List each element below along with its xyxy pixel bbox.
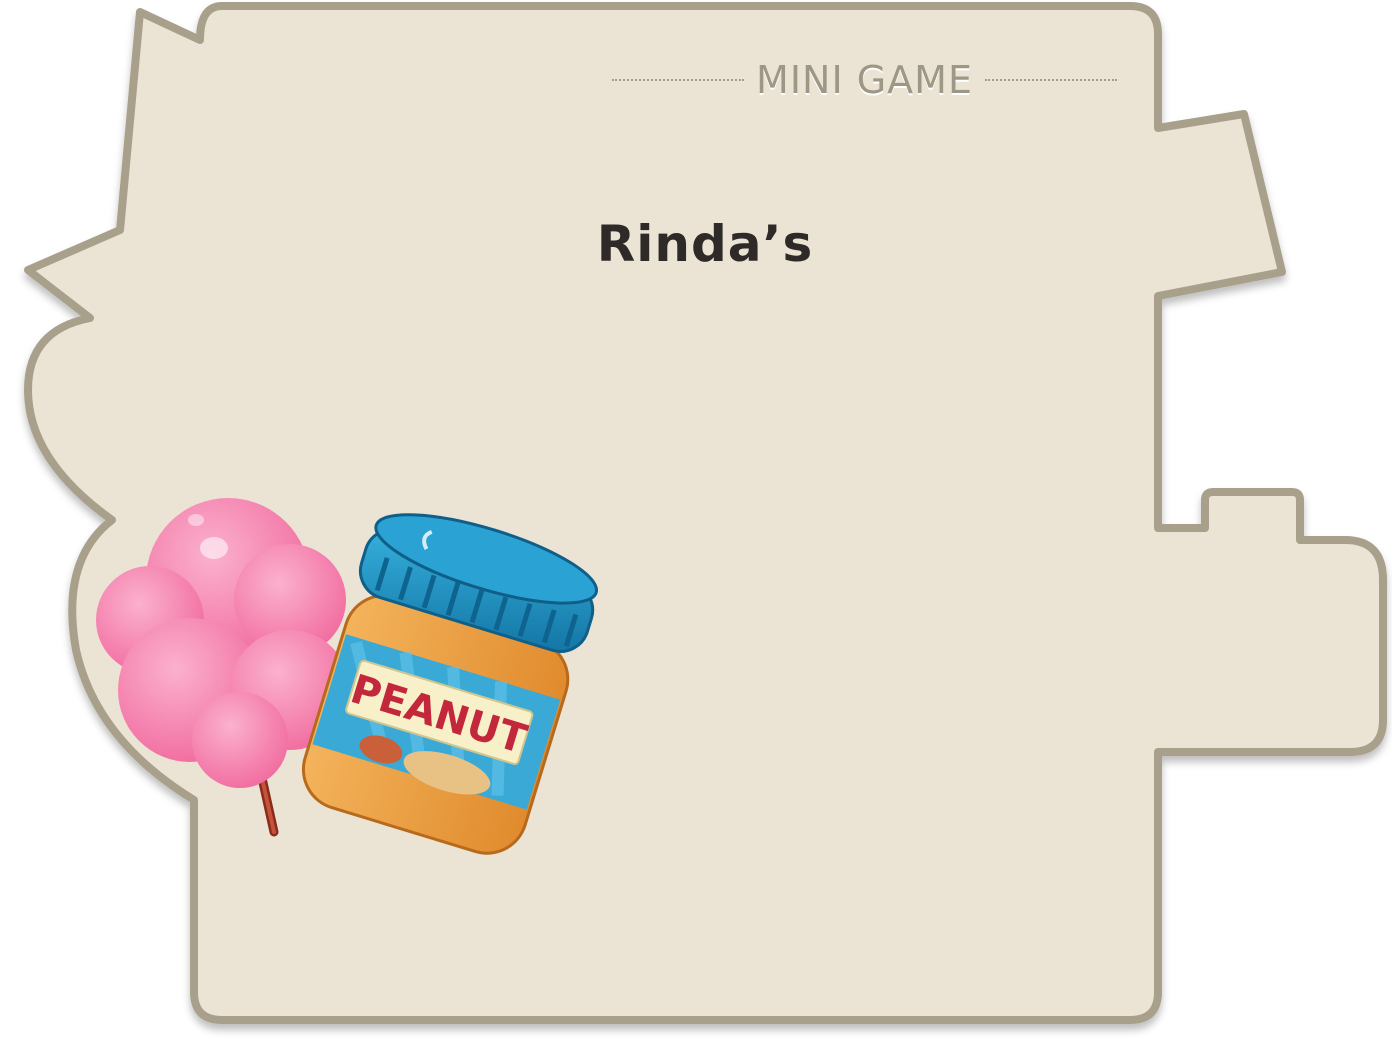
header-divider-left [612, 79, 745, 81]
minigame-header-label: MINI GAME [756, 58, 973, 102]
header-divider-right [984, 79, 1118, 81]
minigame-scene: PEANUT MINI GAME Rinda’s [0, 0, 1392, 1051]
game-title: Rinda’s [596, 215, 814, 273]
card-background: PEANUT [24, 2, 1387, 1024]
minigame-header: MINI GAME [612, 56, 1118, 104]
